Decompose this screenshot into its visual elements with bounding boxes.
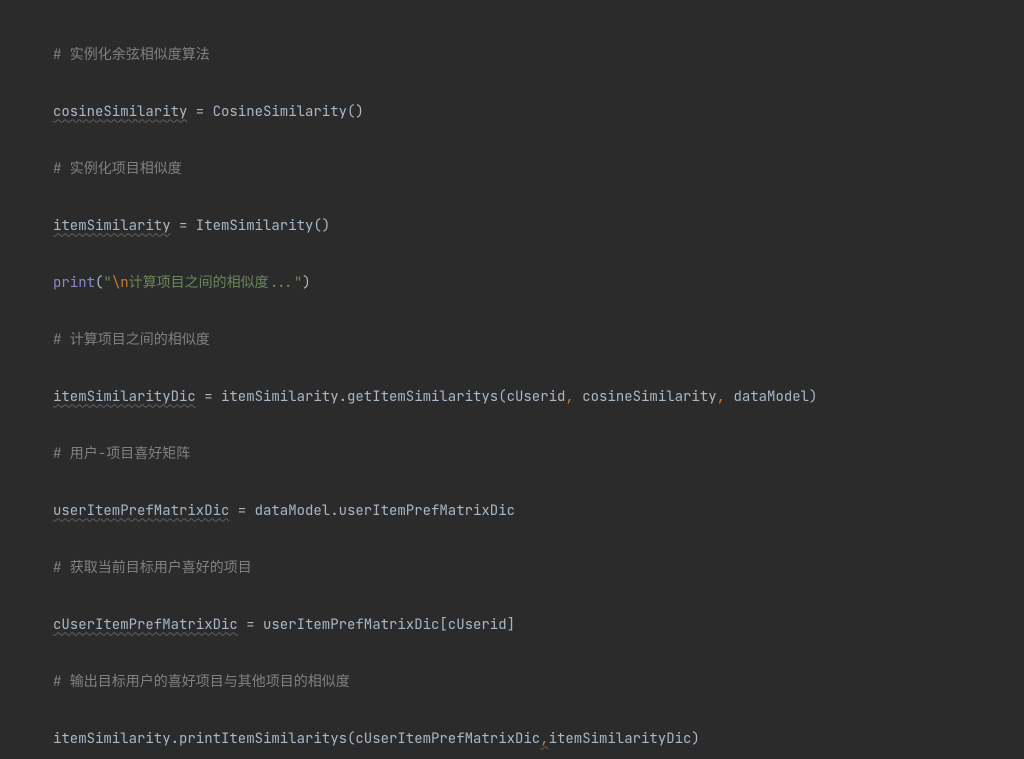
var-decl: userItemPrefMatrixDic	[53, 502, 229, 520]
comma: ,	[540, 730, 548, 748]
code-text: cosineSimilarity	[582, 388, 716, 406]
code-line: # 输出目标用户的喜好项目与其他项目的相似度	[53, 668, 1024, 697]
comment: # 获取当前目标用户喜好的项目	[53, 559, 252, 577]
code-text: itemSimilarity.printItemSimilaritys(cUse…	[53, 730, 540, 748]
code-line: cUserItemPrefMatrixDic = userItemPrefMat…	[53, 611, 1024, 640]
code-text: = itemSimilarity.getItemSimilaritys(cUse…	[196, 388, 566, 406]
code-text: dataModel)	[733, 388, 817, 406]
comment: # 用户-项目喜好矩阵	[53, 445, 190, 463]
code-line: cosineSimilarity = CosineSimilarity()	[53, 98, 1024, 127]
string-quote: "	[294, 274, 302, 292]
string-literal: 计算项目之间的相似度...	[129, 274, 294, 292]
comment: # 实例化余弦相似度算法	[53, 46, 210, 64]
paren: )	[302, 274, 310, 292]
var-decl: itemSimilarityDic	[53, 388, 196, 406]
comma: ,	[717, 388, 734, 406]
comment: # 输出目标用户的喜好项目与其他项目的相似度	[53, 673, 350, 691]
code-text: = dataModel.userItemPrefMatrixDic	[229, 502, 515, 520]
code-line: itemSimilarity.printItemSimilaritys(cUse…	[53, 725, 1024, 754]
code-line: # 计算项目之间的相似度	[53, 326, 1024, 355]
code-line: # 实例化余弦相似度算法	[53, 41, 1024, 70]
string-escape: \n	[112, 274, 129, 292]
code-line: # 获取当前目标用户喜好的项目	[53, 554, 1024, 583]
code-line: itemSimilarity = ItemSimilarity()	[53, 212, 1024, 241]
code-text: itemSimilarityDic)	[549, 730, 700, 748]
var-decl: cUserItemPrefMatrixDic	[53, 616, 238, 634]
comment: # 实例化项目相似度	[53, 160, 182, 178]
code-line: userItemPrefMatrixDic = dataModel.userIt…	[53, 497, 1024, 526]
code-text: = userItemPrefMatrixDic[cUserid]	[238, 616, 515, 634]
code-line: # 实例化项目相似度	[53, 155, 1024, 184]
var-decl: cosineSimilarity	[53, 103, 187, 121]
code-line: itemSimilarityDic = itemSimilarity.getIt…	[53, 383, 1024, 412]
var-decl: itemSimilarity	[53, 217, 171, 235]
comma: ,	[565, 388, 582, 406]
code-text: = ItemSimilarity()	[171, 217, 331, 235]
code-text: = CosineSimilarity()	[187, 103, 363, 121]
code-editor-viewport[interactable]: # 实例化余弦相似度算法 cosineSimilarity = CosineSi…	[0, 0, 1024, 759]
comment: # 计算项目之间的相似度	[53, 331, 210, 349]
code-line: print("\n计算项目之间的相似度...")	[53, 269, 1024, 298]
code-line: # 用户-项目喜好矩阵	[53, 440, 1024, 469]
string-quote: "	[103, 274, 111, 292]
builtin-call: print	[53, 274, 95, 292]
